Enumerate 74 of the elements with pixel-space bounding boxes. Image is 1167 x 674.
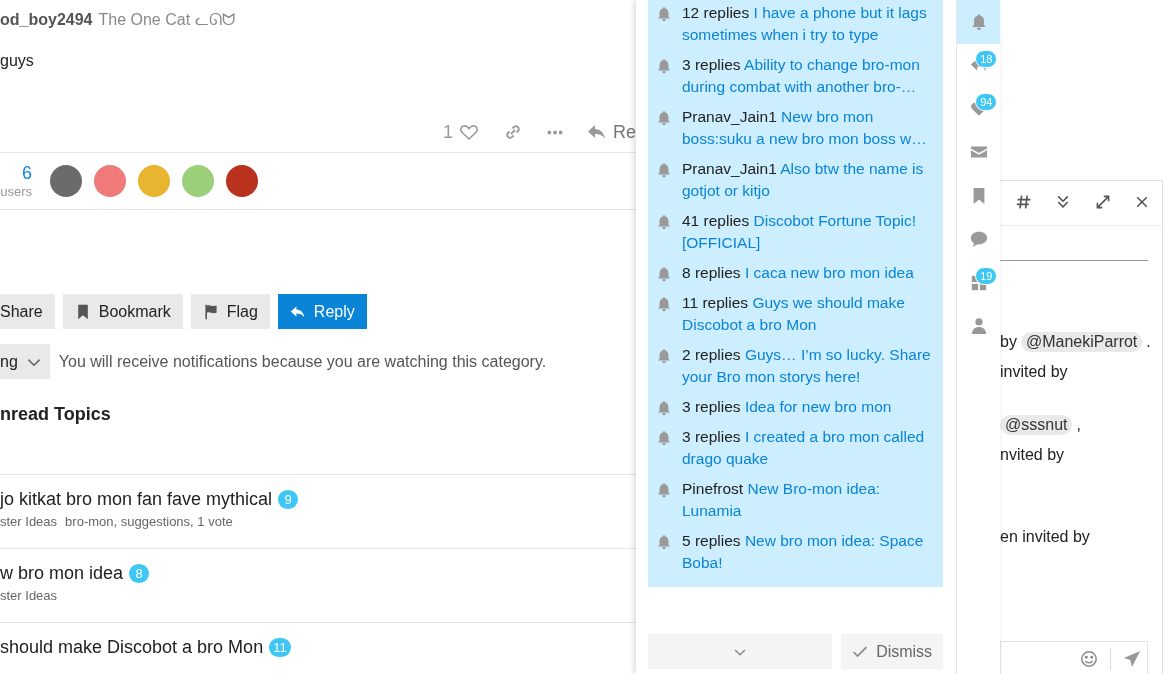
smiley-icon[interactable] [1080, 649, 1098, 668]
bell-icon [656, 400, 672, 416]
bell-icon [656, 348, 672, 364]
link-icon [503, 122, 523, 142]
reply-button[interactable]: Reply [277, 294, 367, 329]
bell-icon [656, 58, 672, 74]
person-icon [969, 317, 988, 336]
notification-item[interactable]: 11 replies Guys we should make Discobot a bro Mon [682, 292, 940, 336]
unread-count-badge: 9 [278, 490, 299, 509]
user-mention[interactable]: @ManekiParrot [1020, 332, 1143, 352]
message-text: nvited by [1000, 446, 1065, 464]
copy-link-button[interactable] [503, 122, 523, 142]
count-badge: 19 [975, 267, 998, 285]
notification-item[interactable]: 8 replies I caca new bro mon idea [682, 262, 914, 284]
notification-level-dropdown[interactable]: ng [0, 344, 50, 379]
username[interactable]: od_boy2494 [0, 11, 93, 29]
notification-item[interactable]: Pinefrost New Bro-mon idea: Lunamia [682, 478, 940, 522]
bell-icon [656, 266, 672, 282]
bell-icon [656, 296, 672, 312]
notification-item[interactable]: 41 replies Discobot Fortune Topic! [OFFICIAL] [682, 210, 940, 254]
notification-item[interactable]: 2 replies Guys… I’m so lucky. Share your Bro mon storys here! [682, 344, 940, 388]
notification-item[interactable]: 3 replies Ability to change bro-mon during combat with another bro-… [682, 54, 940, 98]
message-input[interactable] [1000, 641, 1148, 674]
notification-description: You will receive notifications because you are watching this category. [58, 352, 547, 371]
avatar[interactable] [226, 165, 258, 197]
topic-title-link[interactable]: should make Discobot a bro Mon [0, 637, 264, 658]
flag-icon [202, 303, 219, 320]
count-badge: 94 [975, 93, 998, 111]
unread-count-badge: 8 [129, 564, 150, 583]
user-mention[interactable]: @sssnut [1000, 415, 1073, 435]
unread-count-badge: 11 [269, 638, 291, 657]
chat-bubble-icon [969, 230, 988, 249]
bookmark-button[interactable]: Bookmark [62, 294, 183, 329]
message-text: by [1000, 333, 1017, 351]
message-text: invited by [1000, 363, 1068, 381]
flag-button[interactable]: Flag [190, 294, 270, 329]
avatar[interactable] [50, 165, 82, 197]
notification-item[interactable]: Pranav_Jain1 Also btw the name is gotjot or kitjo [682, 158, 940, 202]
topic-title-link[interactable]: jo kitkat bro mon fan fave mythical [0, 489, 273, 510]
avatar[interactable] [94, 165, 126, 197]
user-title: The One Cat ᓚᘏᗢ [98, 10, 235, 29]
bell-icon [656, 534, 672, 550]
bell-icon [656, 162, 672, 178]
notification-item[interactable]: 3 replies Idea for new bro mon [682, 396, 892, 418]
bell-icon [656, 6, 672, 22]
message-text: en invited by [1000, 528, 1090, 546]
punctuation-text: . [1146, 333, 1151, 351]
users-label: users [0, 184, 32, 199]
send-icon[interactable] [1123, 649, 1141, 668]
menu-tab[interactable] [957, 0, 1000, 44]
more-button[interactable] [547, 129, 563, 135]
bell-icon [656, 110, 672, 126]
ellipsis-icon [547, 129, 563, 135]
bell-icon [656, 214, 672, 230]
expand-icon [1094, 193, 1111, 210]
reply-button[interactable]: Re [587, 121, 636, 143]
topic-title-link[interactable]: w bro mon idea [0, 563, 124, 584]
topic-tags: bro-mon, suggestions, 1 vote [65, 514, 233, 529]
category-link[interactable]: ster Ideas [0, 514, 58, 529]
share-button[interactable]: Share [0, 294, 55, 329]
category-link[interactable]: ster Ideas [0, 588, 58, 603]
hashtag-icon [1015, 193, 1032, 210]
section-heading: nread Topics [0, 403, 112, 426]
punctuation-text: , [1076, 416, 1081, 434]
dismiss-button[interactable]: Dismiss [841, 634, 944, 669]
notification-item[interactable]: 5 replies New bro mon idea: Space Boba! [682, 530, 940, 574]
notification-item[interactable]: Pranav_Jain1 New bro mon boss:suku a new bro mon boss w… [682, 106, 940, 150]
user-count: 6 [22, 163, 32, 184]
bell-icon [656, 430, 672, 446]
count-badge: 18 [975, 49, 998, 68]
post-text: guys [0, 52, 34, 69]
notification-item[interactable]: 3 replies I created a bro mon called drago quake [682, 426, 940, 470]
notification-item[interactable]: 12 replies I have a phone but it lags sometimes when i try to type [682, 2, 940, 46]
bell-icon [656, 482, 672, 498]
